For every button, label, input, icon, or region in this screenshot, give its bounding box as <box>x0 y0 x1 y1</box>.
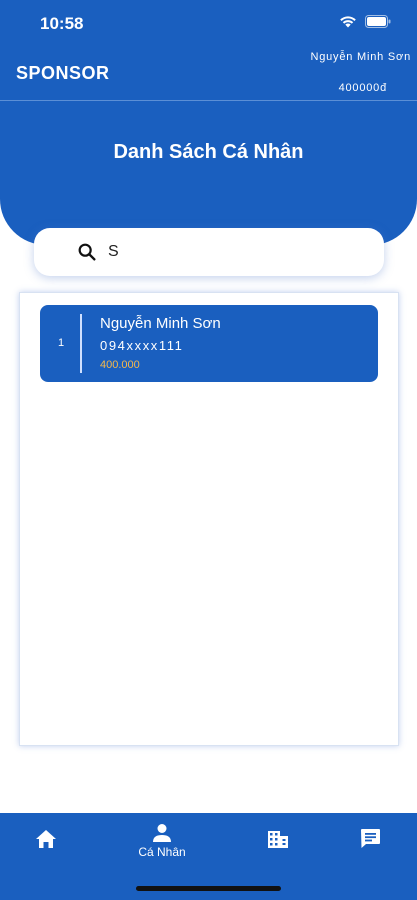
list-item[interactable]: 1 Nguyễn Minh Sơn 094xxxx111 400.000 <box>40 305 378 382</box>
search-input[interactable] <box>108 240 368 264</box>
item-index: 1 <box>58 337 65 349</box>
nav-ca-nhan[interactable]: Cá Nhân <box>120 823 204 883</box>
home-icon <box>36 830 56 848</box>
person-list: 1 Nguyễn Minh Sơn 094xxxx111 400.000 <box>19 292 399 746</box>
nav-building[interactable] <box>260 829 296 889</box>
nav-ca-nhan-label: Cá Nhân <box>138 845 186 859</box>
nav-home[interactable] <box>28 829 64 889</box>
item-amount: 400.000 <box>100 359 140 371</box>
item-separator <box>80 314 82 373</box>
user-name: Nguyễn Minh Sơn <box>310 51 411 63</box>
item-phone: 094xxxx111 <box>100 338 184 353</box>
search-bar[interactable] <box>34 228 384 276</box>
building-icon <box>268 831 288 848</box>
item-name: Nguyễn Minh Sơn <box>100 315 221 332</box>
app-title: SPONSOR <box>16 63 110 83</box>
home-indicator <box>136 886 281 891</box>
app-header: 10:58 SPONSOR Nguyễn Minh Sơn 400000đ <box>0 0 417 100</box>
user-balance: 400000đ <box>338 82 387 94</box>
person-icon <box>153 824 171 842</box>
chat-icon <box>360 829 380 848</box>
battery-icon <box>365 15 391 28</box>
page-title: Danh Sách Cá Nhân <box>113 141 304 163</box>
status-icons <box>339 15 391 28</box>
status-time: 10:58 <box>40 14 84 33</box>
wifi-icon <box>340 16 356 28</box>
nav-chat[interactable] <box>352 828 388 888</box>
title-banner <box>0 101 417 245</box>
search-icon <box>78 243 96 261</box>
